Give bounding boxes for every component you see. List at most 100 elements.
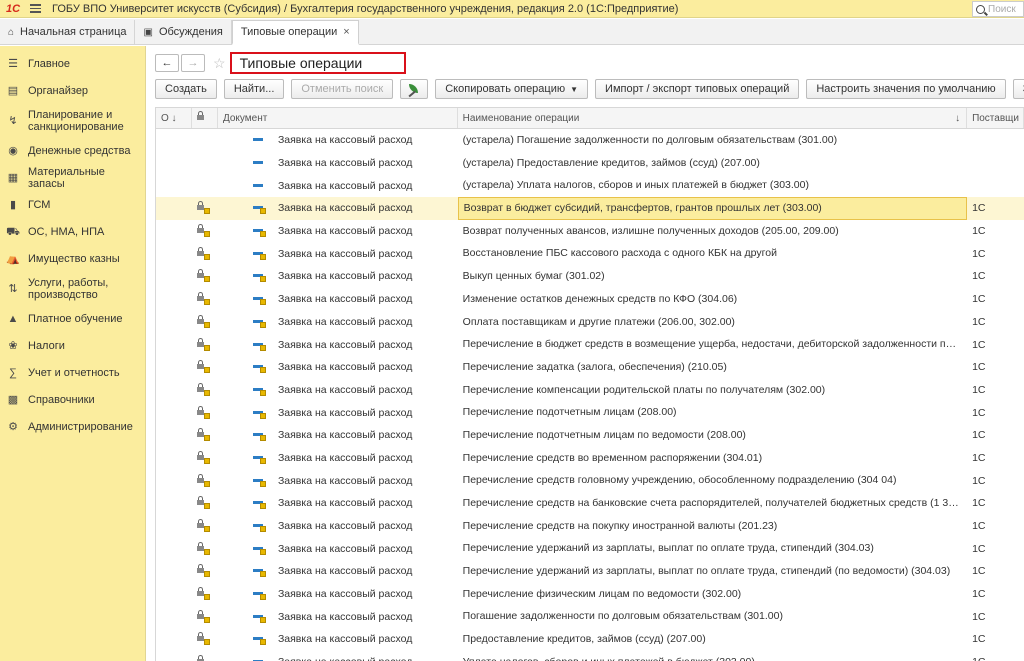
table-row[interactable]: Заявка на кассовый расход Перечисление ср…: [156, 447, 1024, 470]
sidebar-item-money[interactable]: ◉ Денежные средства: [0, 137, 145, 164]
table-row[interactable]: Заявка на кассовый расход Перечисление ср…: [156, 492, 1024, 515]
sidebar-item-treasury[interactable]: ⛺ Имущество казны: [0, 245, 145, 272]
table-row[interactable]: Заявка на кассовый расход Восстановление …: [156, 242, 1024, 265]
table-row[interactable]: Заявка на кассовый расход Перечисление фи…: [156, 583, 1024, 606]
table-row[interactable]: Заявка на кассовый расход Перечисление в …: [156, 333, 1024, 356]
sidebar-item-planning[interactable]: ↯ Планирование и санкционирование: [0, 104, 145, 137]
table-row[interactable]: Заявка на кассовый расход (устарела) Упла…: [156, 174, 1024, 197]
sidebar-item-education[interactable]: ▲ Платное обучение: [0, 305, 145, 332]
sidebar-item-fuel[interactable]: ▮ ГСМ: [0, 191, 145, 218]
document-text: Заявка на кассовый расход: [277, 451, 413, 464]
document-icon: [252, 452, 268, 464]
table-row[interactable]: Заявка на кассовый расход Изменение остат…: [156, 288, 1024, 311]
global-search-input[interactable]: Поиск: [972, 1, 1024, 17]
copy-operation-button[interactable]: Скопировать операцию ▼: [435, 79, 589, 99]
supplier-cell: [967, 129, 1024, 152]
supplier-cell: 1С: [972, 633, 986, 646]
sidebar-item-inventory[interactable]: ▦ Материальные запасы: [0, 164, 145, 191]
lock-cell: [192, 152, 218, 175]
document-cell: Заявка на кассовый расход: [218, 424, 458, 447]
forward-button[interactable]: →: [181, 54, 205, 72]
lock-icon: [196, 337, 211, 352]
order-cell: [156, 515, 192, 538]
supplier-cell: 1С: [972, 610, 986, 623]
close-icon[interactable]: ×: [343, 26, 349, 38]
supplier-cell: 1С: [972, 270, 986, 283]
lock-cell: [192, 242, 218, 265]
table-row[interactable]: Заявка на кассовый расход Перечисление ср…: [156, 515, 1024, 538]
sidebar-item-taxes[interactable]: ❀ Налоги: [0, 332, 145, 359]
table-row[interactable]: Заявка на кассовый расход Возврат получен…: [156, 220, 1024, 243]
document-icon: [252, 543, 268, 555]
table-row[interactable]: Заявка на кассовый расход Выкуп ценных бу…: [156, 265, 1024, 288]
fuel-icon: ▮: [9, 198, 17, 211]
operation-name-cell: Изменение остатков денежных средств по К…: [462, 292, 738, 305]
column-supplier[interactable]: Поставщи: [967, 108, 1024, 128]
table-row[interactable]: Заявка на кассовый расход Перечисление ко…: [156, 379, 1024, 402]
favorite-star-icon[interactable]: ☆: [213, 55, 226, 72]
cancel-search-button[interactable]: Отменить поиск: [291, 79, 394, 99]
sidebar-item-fixed-assets[interactable]: ⛟ ОС, НМА, НПА: [0, 218, 145, 245]
lock-icon: [196, 314, 211, 329]
tab-label: Типовые операции: [240, 26, 338, 38]
table-row[interactable]: Заявка на кассовый расход Перечисление по…: [156, 401, 1024, 424]
lock-cell: [192, 560, 218, 583]
sidebar-item-label: Планирование и санкционирование: [28, 108, 124, 133]
document-icon: [252, 588, 268, 601]
document-text: Заявка на кассовый расход: [277, 542, 413, 555]
document-icon: [252, 565, 268, 578]
sidebar-item-services[interactable]: ⇅ Услуги, работы, производство: [0, 272, 145, 305]
table-row[interactable]: Заявка на кассовый расход Перечисление уд…: [156, 560, 1024, 583]
import-export-button[interactable]: Импорт / экспорт типовых операций: [595, 79, 800, 99]
sidebar-item-label: Материальные запасы: [28, 165, 105, 190]
table-row[interactable]: Заявка на кассовый расход Уплата налогов,…: [156, 651, 1024, 661]
column-document[interactable]: Документ: [218, 108, 458, 128]
form-header: ← → ☆ Типовые операции: [155, 52, 406, 74]
document-text: Заявка на кассовый расход: [277, 134, 413, 147]
column-operation-name[interactable]: Наименование операции ↓: [458, 108, 968, 128]
table-row[interactable]: Заявка на кассовый расход Перечисление по…: [156, 424, 1024, 447]
lock-cell: [192, 469, 218, 492]
table-row[interactable]: Заявка на кассовый расход Возврат в бюдже…: [156, 197, 1024, 220]
sidebar-item-administration[interactable]: ⚙ Администрирование: [0, 413, 145, 440]
back-button[interactable]: ←: [155, 54, 179, 72]
order-cell: [156, 651, 192, 661]
find-button[interactable]: Найти...: [223, 79, 285, 99]
lock-cell: [192, 583, 218, 606]
set-defaults-button[interactable]: Настроить значения по умолчанию: [806, 79, 1006, 99]
table-row[interactable]: Заявка на кассовый расход Погашение задол…: [156, 605, 1024, 628]
order-cell: [156, 197, 192, 220]
table-row[interactable]: Заявка на кассовый расход Перечисление уд…: [156, 537, 1024, 560]
column-order[interactable]: О ↓: [156, 108, 192, 128]
create-button[interactable]: Создать: [155, 79, 217, 99]
operation-name-cell: Перечисление удержаний из зарплаты, выпл…: [462, 565, 951, 578]
document-icon: [252, 497, 268, 510]
lock-icon: [196, 450, 211, 465]
lock-icon: [196, 519, 211, 533]
main-menu-icon[interactable]: [26, 4, 44, 13]
supplier-cell: 1С: [972, 588, 986, 601]
edit-leaf-button[interactable]: [400, 79, 429, 99]
table-row[interactable]: Заявка на кассовый расход (устарела) Пога…: [156, 129, 1024, 152]
operation-name-cell: (устарела) Погашение задолженности по до…: [462, 134, 838, 146]
tab-discussions[interactable]: ▣ Обсуждения: [135, 20, 232, 44]
document-text: Заявка на кассовый расход: [277, 406, 413, 419]
document-icon: [252, 429, 268, 442]
replace-button[interactable]: Замена типо: [1012, 79, 1024, 99]
sidebar-item-reporting[interactable]: ∑ Учет и отчетность: [0, 359, 145, 386]
sidebar-item-main[interactable]: ☰ Главное: [0, 50, 145, 77]
table-row[interactable]: Заявка на кассовый расход (устарела) Пред…: [156, 152, 1024, 175]
table-row[interactable]: Заявка на кассовый расход Оплата поставщи…: [156, 311, 1024, 334]
sidebar-item-references[interactable]: ▩ Справочники: [0, 386, 145, 413]
lock-icon: [196, 360, 211, 374]
table-row[interactable]: Заявка на кассовый расход Перечисление ср…: [156, 469, 1024, 492]
tab-home[interactable]: ⌂ Начальная страница: [0, 20, 136, 44]
table-row[interactable]: Заявка на кассовый расход Предоставление …: [156, 628, 1024, 651]
column-lock[interactable]: [192, 108, 218, 128]
lock-icon: [196, 201, 211, 215]
order-cell: [156, 469, 192, 492]
tab-typical-operations[interactable]: Типовые операции ×: [231, 20, 359, 45]
supplier-cell: 1С: [972, 202, 986, 215]
table-row[interactable]: Заявка на кассовый расход Перечисление за…: [156, 356, 1024, 379]
sidebar-item-organizer[interactable]: ▤ Органайзер: [0, 77, 145, 104]
